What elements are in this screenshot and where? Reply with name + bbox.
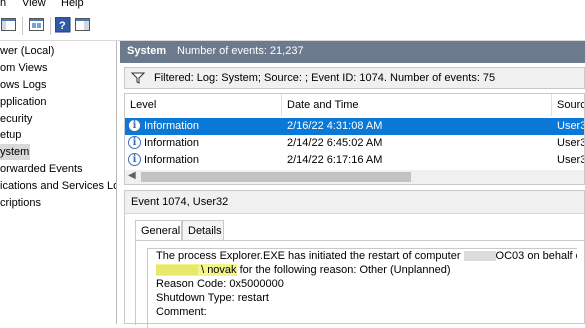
show-hide-tree-icon[interactable]	[1, 17, 17, 33]
tree-item-system[interactable]: ystem	[0, 144, 30, 160]
message-text: for the following reason: Other (Unplann…	[236, 264, 451, 276]
event-count: Number of events: 21,237	[177, 45, 304, 57]
row-level: Information	[144, 137, 200, 149]
general-tab-body: The process Explorer.EXE has initiated t…	[135, 240, 585, 328]
row-date: 2/16/22 4:31:08 AM	[287, 120, 383, 132]
menu-item-action[interactable]: n	[0, 0, 6, 9]
event-message-box[interactable]: The process Explorer.EXE has initiated t…	[147, 248, 577, 328]
message-line-5: Comment:	[156, 306, 207, 318]
log-header: System Number of events: 21,237	[120, 41, 585, 63]
message-text: OC03 on behalf of user	[495, 250, 577, 262]
row-level: Information	[144, 120, 200, 132]
information-icon: i	[128, 119, 141, 132]
tree-item-subscriptions[interactable]: criptions	[0, 195, 41, 211]
highlighted-user: \ novak	[156, 264, 237, 276]
properties-icon[interactable]	[29, 17, 45, 33]
tree-item-custom-views[interactable]: om Views	[0, 60, 47, 76]
row-source: User3	[557, 137, 585, 149]
tab-details[interactable]: Details	[182, 220, 224, 240]
tab-general[interactable]: General	[135, 220, 182, 240]
menu-item-view[interactable]: View	[22, 0, 46, 9]
message-line-4: Shutdown Type: restart	[156, 292, 269, 304]
row-source: User3	[557, 154, 585, 166]
tree-item-setup[interactable]: etup	[0, 127, 21, 143]
message-line-1: The process Explorer.EXE has initiated t…	[156, 250, 577, 262]
svg-text:?: ?	[59, 20, 66, 32]
column-header-date-time[interactable]: Date and Time	[282, 94, 552, 116]
detail-title: Event 1074, User32	[131, 196, 229, 208]
events-table: Level Date and Time Sourc i Information …	[124, 93, 585, 185]
tree-item-application[interactable]: pplication	[0, 94, 46, 110]
table-row[interactable]: i Information 2/16/22 4:31:08 AM User3	[125, 118, 585, 135]
row-date: 2/14/22 6:45:02 AM	[287, 137, 383, 149]
tree-item-applications-and-services[interactable]: ications and Services Lo	[0, 178, 116, 194]
row-level: Information	[144, 154, 200, 166]
row-source: User3	[557, 120, 585, 132]
tree-item-windows-logs[interactable]: ows Logs	[0, 77, 46, 93]
tree-item-forwarded-events[interactable]: orwarded Events	[0, 161, 83, 177]
column-header-source[interactable]: Sourc	[552, 94, 584, 116]
table-row[interactable]: i Information 2/14/22 6:17:16 AM User3	[125, 152, 585, 169]
detail-header: Event 1074, User32	[125, 191, 584, 214]
menu-bar: n View Help	[0, 0, 585, 12]
information-icon: i	[128, 153, 141, 166]
horizontal-scrollbar[interactable]: ◀	[125, 170, 584, 184]
scroll-left-icon[interactable]: ◀	[128, 170, 136, 181]
scrollbar-thumb[interactable]	[141, 172, 411, 182]
filter-bar: Filtered: Log: System; Source: ; Event I…	[124, 67, 585, 89]
event-detail-pane: Event 1074, User32 General Details The p…	[124, 190, 585, 328]
column-header-level[interactable]: Level	[125, 94, 282, 116]
message-text: novak	[207, 264, 237, 276]
log-title: System	[127, 45, 167, 57]
show-action-pane-icon[interactable]	[75, 17, 91, 33]
menu-item-help[interactable]: Help	[61, 0, 84, 9]
tree-item-security[interactable]: ecurity	[0, 111, 32, 127]
help-icon[interactable]: ?	[54, 16, 71, 33]
tree-item-event-viewer-local[interactable]: wer (Local)	[0, 43, 54, 59]
message-line-3: Reason Code: 0x5000000	[156, 278, 284, 290]
message-text: The process Explorer.EXE has initiated t…	[156, 250, 461, 262]
message-text: \	[201, 264, 205, 276]
redacted-domain	[156, 265, 198, 276]
row-date: 2/14/22 6:17:16 AM	[287, 154, 383, 166]
table-row[interactable]: i Information 2/14/22 6:45:02 AM User3	[125, 135, 585, 152]
filter-icon	[130, 72, 146, 87]
toolbar: ?	[0, 12, 585, 41]
console-tree: wer (Local) om Views ows Logs pplication…	[0, 41, 117, 324]
filter-text: Filtered: Log: System; Source: ; Event I…	[154, 72, 496, 84]
information-icon: i	[128, 136, 141, 149]
redacted-computer-name	[463, 251, 496, 262]
message-line-2: \ novak for the following reason: Other …	[156, 264, 451, 276]
